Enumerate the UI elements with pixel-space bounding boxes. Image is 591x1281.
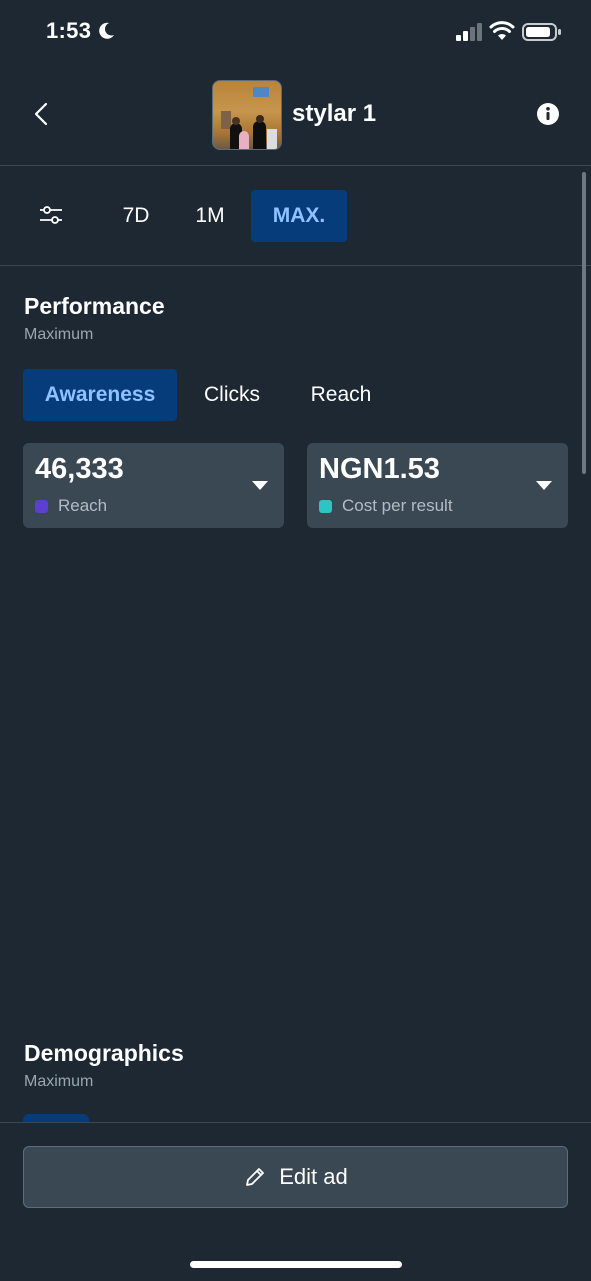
range-tab-1m[interactable]: 1M: [182, 190, 238, 242]
info-icon[interactable]: [536, 102, 560, 126]
ad-name: stylar 1: [292, 100, 377, 127]
status-time: 1:53: [46, 18, 92, 43]
header-divider: [0, 165, 591, 166]
caret-down-icon[interactable]: [536, 481, 552, 490]
metric-value: NGN1.53: [319, 453, 440, 485]
moon-icon: [99, 22, 114, 39]
signal-icon: [456, 23, 482, 41]
filter-sliders-icon[interactable]: [36, 200, 66, 230]
scrollbar[interactable]: [582, 172, 586, 474]
tab-reach[interactable]: Reach: [292, 369, 390, 421]
performance-title: Performance: [24, 293, 165, 319]
battery-icon: [522, 23, 561, 41]
metric-card-cost-per-result[interactable]: NGN1.53 Cost per result: [307, 443, 568, 528]
legend-dot: [35, 500, 48, 513]
range-tab-max[interactable]: MAX.: [251, 190, 347, 242]
demographics-title: Demographics: [24, 1040, 184, 1066]
metric-value: 46,333: [35, 453, 124, 485]
performance-subtitle: Maximum: [24, 326, 94, 343]
edit-ad-button[interactable]: Edit ad: [23, 1146, 568, 1208]
tab-clicks[interactable]: Clicks: [186, 369, 278, 421]
range-divider: [0, 265, 591, 266]
tab-awareness[interactable]: Awareness: [23, 369, 177, 421]
wifi-icon: [489, 21, 515, 40]
range-tab-7d[interactable]: 7D: [108, 190, 164, 242]
back-chevron-icon[interactable]: [28, 100, 56, 128]
metric-label: Reach: [58, 496, 108, 515]
pencil-icon: [246, 1168, 265, 1186]
caret-down-icon[interactable]: [252, 481, 268, 490]
ad-thumbnail: [212, 80, 282, 150]
edit-ad-label: Edit ad: [279, 1164, 348, 1189]
metric-label: Cost per result: [342, 496, 453, 515]
legend-dot: [319, 500, 332, 513]
demographics-subtitle: Maximum: [24, 1073, 94, 1090]
metric-card-reach[interactable]: 46,333 Reach: [23, 443, 284, 528]
home-indicator[interactable]: [190, 1261, 402, 1268]
